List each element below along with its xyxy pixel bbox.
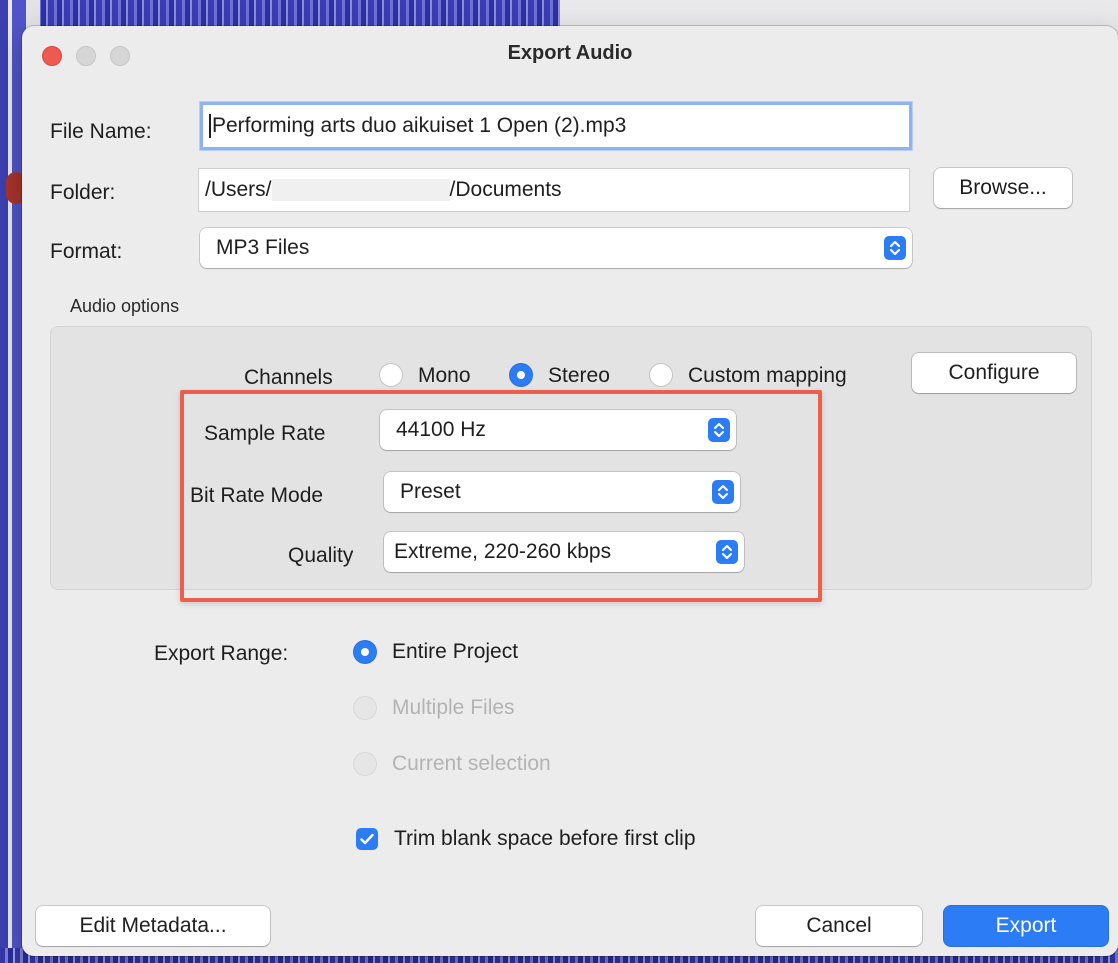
- configure-button[interactable]: Configure: [912, 353, 1076, 393]
- channel-mono-label: Mono: [418, 364, 471, 387]
- format-value: MP3 Files: [216, 236, 310, 259]
- text-cursor: [209, 114, 211, 138]
- annotation-highlight-box: [180, 390, 822, 602]
- title-bar: Export Audio: [22, 26, 1118, 82]
- export-range-multiple-files-radio[interactable]: [354, 697, 376, 719]
- folder-field[interactable]: /Users/ /Documents: [198, 168, 910, 212]
- export-range-multiple-files-label: Multiple Files: [392, 696, 515, 719]
- channels-label: Channels: [244, 366, 333, 389]
- export-range-current-selection-radio[interactable]: [354, 753, 376, 775]
- export-range-entire-project-radio[interactable]: [354, 641, 376, 663]
- file-name-value: Performing arts duo aikuiset 1 Open (2).…: [212, 114, 627, 137]
- dialog-title: Export Audio: [507, 42, 633, 64]
- redacted-username: [271, 179, 450, 201]
- export-range-current-selection-label: Current selection: [392, 752, 551, 775]
- file-name-label: File Name:: [50, 120, 152, 143]
- edit-metadata-button[interactable]: Edit Metadata...: [36, 906, 270, 946]
- export-button[interactable]: Export: [944, 906, 1108, 946]
- cancel-button[interactable]: Cancel: [756, 906, 922, 946]
- folder-value-suffix: /Documents: [449, 178, 562, 201]
- format-select[interactable]: MP3 Files: [200, 228, 912, 268]
- channel-mono-radio[interactable]: [380, 364, 402, 386]
- up-down-chevron-icon: [884, 236, 906, 260]
- file-name-field[interactable]: Performing arts duo aikuiset 1 Open (2).…: [200, 102, 912, 150]
- checkmark-icon: [360, 833, 374, 845]
- export-range-entire-project-label: Entire Project: [392, 640, 519, 663]
- export-audio-dialog: Export Audio File Name: Performing arts …: [22, 26, 1118, 956]
- trim-blank-space-label: Trim blank space before first clip: [394, 827, 696, 850]
- channel-custom-mapping-radio[interactable]: [650, 364, 672, 386]
- format-label: Format:: [50, 240, 123, 263]
- channel-custom-mapping-label: Custom mapping: [688, 364, 847, 387]
- folder-label: Folder:: [50, 181, 116, 204]
- folder-value-prefix: /Users/: [205, 178, 272, 201]
- audio-options-label: Audio options: [70, 296, 180, 316]
- export-range-label: Export Range:: [154, 642, 289, 665]
- trim-blank-space-checkbox[interactable]: [356, 828, 378, 850]
- channel-stereo-radio[interactable]: [510, 364, 532, 386]
- channel-stereo-label: Stereo: [548, 364, 610, 387]
- browse-button[interactable]: Browse...: [934, 168, 1072, 208]
